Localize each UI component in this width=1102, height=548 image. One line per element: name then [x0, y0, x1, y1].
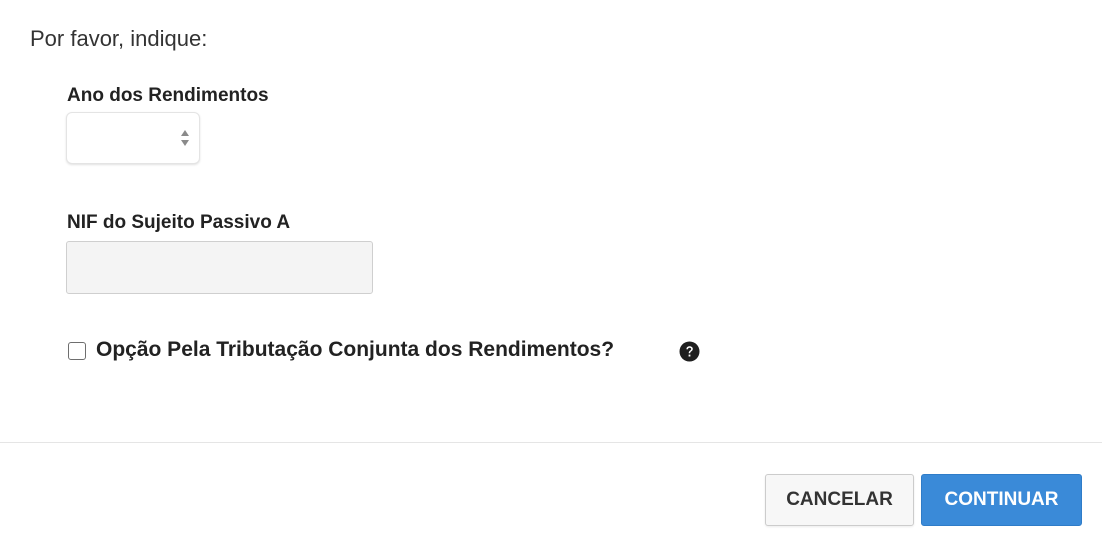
cancel-button[interactable]: CANCELAR — [765, 474, 914, 526]
intro-text: Por favor, indique: — [30, 26, 208, 51]
dialog: Por favor, indique: Ano dos Rendimentos … — [0, 0, 1102, 548]
question-circle-icon[interactable] — [679, 341, 700, 362]
joint-taxation-label[interactable]: Opção Pela Tributação Conjunta dos Rendi… — [96, 338, 614, 362]
joint-taxation-checkbox[interactable] — [68, 342, 86, 360]
nif-label: NIF do Sujeito Passivo A — [67, 212, 291, 233]
continue-button[interactable]: CONTINUAR — [921, 474, 1082, 526]
nif-input[interactable] — [66, 241, 373, 294]
year-label: Ano dos Rendimentos — [67, 85, 269, 106]
footer-divider — [0, 442, 1102, 443]
up-down-arrows-icon — [179, 126, 191, 150]
year-select[interactable] — [66, 112, 200, 164]
